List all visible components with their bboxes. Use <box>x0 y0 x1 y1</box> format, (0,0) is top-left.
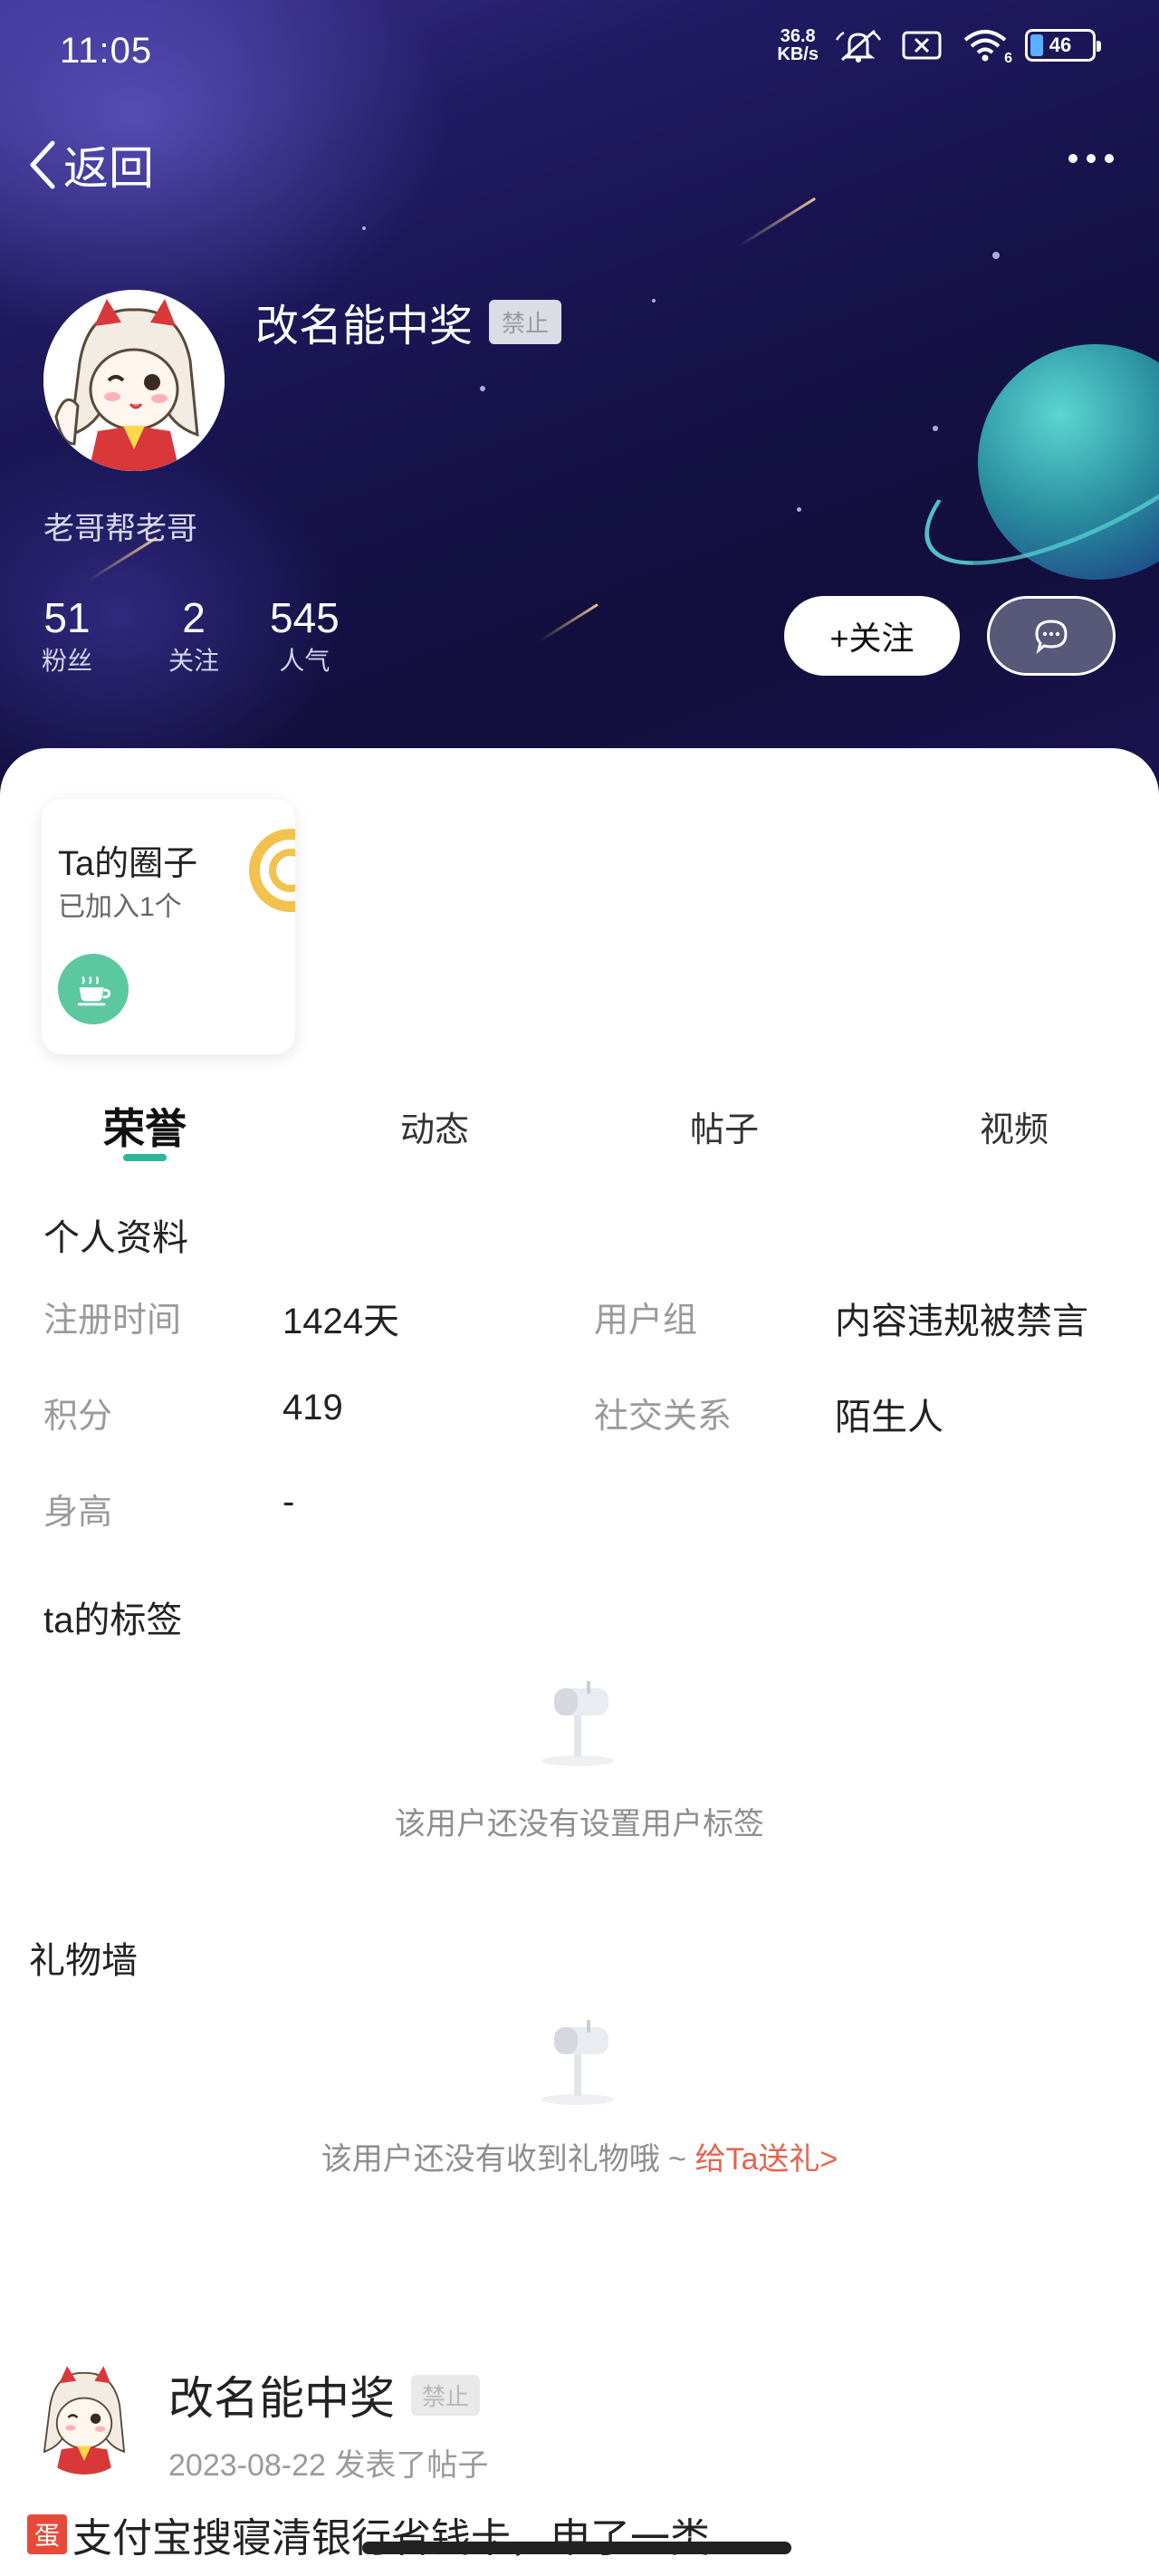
send-gift-link[interactable]: 给Ta送礼> <box>694 2142 838 2177</box>
net-speed-value: 36.8 <box>780 26 816 46</box>
post-author-name: 改名能中奖 <box>168 2373 395 2424</box>
more-dots-icon[interactable] <box>1068 154 1114 163</box>
info-label: 积分 <box>43 1398 113 1436</box>
stat-value: 51 <box>43 594 91 641</box>
info-label: 用户组 <box>594 1302 698 1340</box>
anime-avatar-icon <box>43 290 225 471</box>
back-label: 返回 <box>63 143 154 194</box>
tab-indicator <box>123 1154 167 1161</box>
profile-tabs: 荣誉 动态 帖子 视频 <box>0 1083 1159 1183</box>
stat-following[interactable]: 2 关注 <box>168 592 219 679</box>
personal-info-title: 个人资料 <box>43 1218 188 1258</box>
battery-icon: 46 <box>1025 29 1101 62</box>
info-label: 身高 <box>43 1494 113 1532</box>
tab-activity[interactable]: 动态 <box>400 1101 469 1151</box>
circle-decoration-icon <box>249 829 295 912</box>
post-author: 改名能中奖 禁止 <box>168 2362 481 2427</box>
avatar[interactable] <box>43 290 225 471</box>
tea-cup-icon[interactable] <box>58 954 129 1024</box>
tags-title: ta的标签 <box>43 1600 183 1640</box>
info-value: - <box>283 1482 295 1522</box>
empty-mailbox-icon <box>541 2020 614 2105</box>
battery-level-fill <box>1030 34 1043 56</box>
status-bar: 11:05 36.8 KB/s 6 46 <box>0 0 1159 100</box>
tab-posts[interactable]: 帖子 <box>690 1101 759 1151</box>
meteor-decoration <box>737 197 817 248</box>
status-time: 11:05 <box>60 31 153 71</box>
net-speed-unit: KB/s <box>777 44 819 64</box>
post-meta: 2023-08-22 发表了帖子 <box>168 2440 488 2485</box>
post-action: 发表了帖子 <box>334 2448 489 2483</box>
stat-value: 545 <box>270 594 340 641</box>
profile-name: 改名能中奖 禁止 <box>255 290 562 353</box>
star-decoration <box>992 252 1000 259</box>
info-value: 内容违规被禁言 <box>835 1302 1088 1341</box>
stat-label: 关注 <box>168 647 220 675</box>
circle-title: Ta的圈子 <box>58 845 198 883</box>
gift-empty-message: 该用户还没有收到礼物哦 ~ <box>321 2142 695 2177</box>
wifi-sub: 6 <box>1004 51 1012 66</box>
profile-signature: 老哥帮老哥 <box>43 512 197 546</box>
profile-name-text: 改名能中奖 <box>255 303 474 351</box>
star-decoration <box>362 226 366 230</box>
gift-empty-text: 该用户还没有收到礼物哦 ~ 给Ta送礼> <box>0 2134 1159 2178</box>
tab-videos[interactable]: 视频 <box>980 1101 1049 1151</box>
wifi-icon <box>963 30 1007 62</box>
battery-level: 46 <box>1049 34 1072 56</box>
profile-content: Ta的圈子 已加入1个 荣誉 动态 帖子 视频 个人资料 注册时间 1424天 … <box>0 748 1159 2576</box>
meteor-decoration <box>538 603 599 642</box>
status-icons: 36.8 KB/s 6 46 <box>777 27 1101 66</box>
avatar[interactable] <box>27 2360 141 2475</box>
back-button[interactable]: 返回 <box>25 132 154 197</box>
post-date: 2023-08-22 <box>168 2448 326 2483</box>
stat-value: 2 <box>182 594 206 641</box>
stat-label: 人气 <box>279 647 330 675</box>
stat-fans[interactable]: 51 粉丝 <box>42 592 92 679</box>
tags-empty-text: 该用户还没有设置用户标签 <box>395 1807 764 1841</box>
tab-honor[interactable]: 荣誉 <box>103 1096 187 1156</box>
stat-popularity[interactable]: 545 人气 <box>270 592 340 679</box>
star-decoration <box>933 426 938 431</box>
message-button[interactable] <box>987 596 1116 676</box>
info-value: 陌生人 <box>835 1398 943 1437</box>
anime-avatar-icon <box>27 2360 141 2475</box>
info-value: 419 <box>283 1388 343 1427</box>
post-tag: 蛋 <box>27 2514 68 2554</box>
chevron-left-icon <box>30 140 55 189</box>
status-badge: 禁止 <box>411 2374 481 2416</box>
home-indicator[interactable] <box>362 2542 791 2554</box>
stat-label: 粉丝 <box>42 647 93 675</box>
status-badge: 禁止 <box>489 299 562 344</box>
info-label: 社交关系 <box>594 1398 733 1436</box>
circle-card[interactable]: Ta的圈子 已加入1个 <box>42 799 295 1054</box>
star-decoration <box>652 299 656 303</box>
tea-cup-glyph <box>77 976 111 1006</box>
gift-wall-title: 礼物墙 <box>29 1941 138 1981</box>
chat-bubble-icon <box>1035 620 1068 654</box>
no-sim-icon <box>902 31 942 60</box>
star-decoration <box>797 507 801 512</box>
info-value: 1424天 <box>283 1302 399 1341</box>
empty-mailbox-icon <box>541 1681 614 1766</box>
net-speed: 36.8 KB/s <box>777 27 819 63</box>
circle-subtitle: 已加入1个 <box>58 892 182 922</box>
star-decoration <box>480 386 485 391</box>
follow-button[interactable]: +关注 <box>784 596 960 676</box>
mute-bell-icon <box>835 29 882 62</box>
wifi: 6 <box>962 27 1012 66</box>
info-label: 注册时间 <box>43 1302 182 1340</box>
